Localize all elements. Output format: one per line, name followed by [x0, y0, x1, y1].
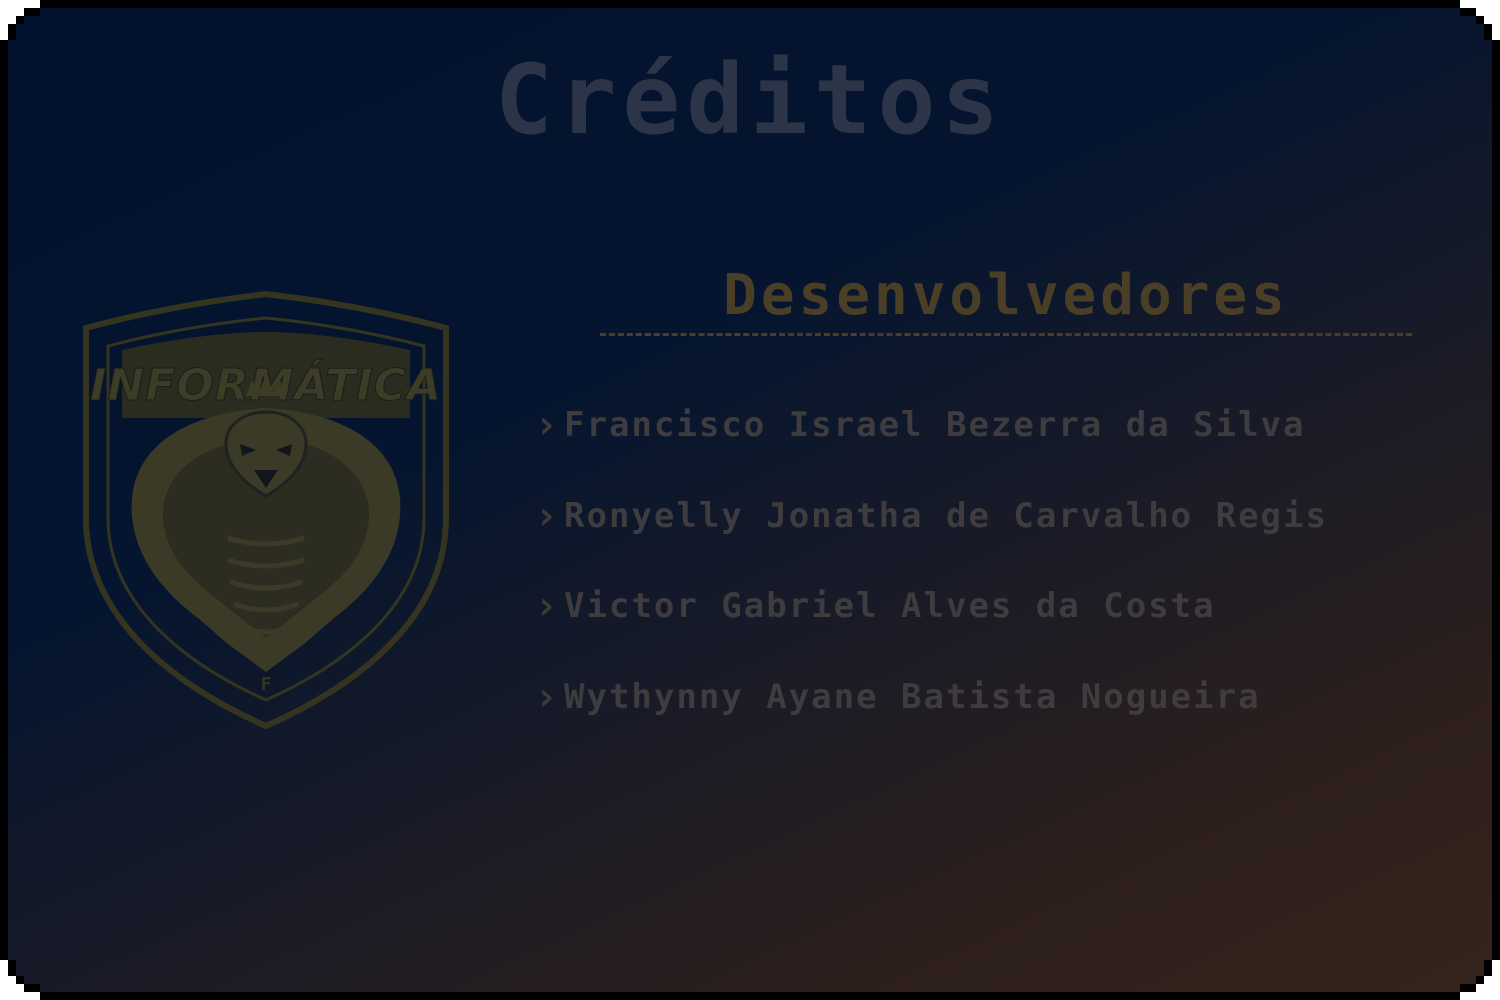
- chevron-right-icon: ›: [534, 583, 559, 630]
- chevron-right-icon: ›: [534, 673, 559, 720]
- developer-item: › Francisco Israel Bezerra da Silva: [534, 380, 1328, 471]
- developer-name: Victor Gabriel Alves da Costa: [564, 586, 1216, 627]
- developers-heading-divider: [600, 333, 1412, 336]
- credits-title: Créditos: [494, 44, 1006, 156]
- developer-name: Wythynny Ayane Batista Nogueira: [564, 676, 1261, 717]
- developers-list: › Francisco Israel Bezerra da Silva › Ro…: [534, 380, 1328, 742]
- developer-item: › Victor Gabriel Alves da Costa: [534, 561, 1328, 652]
- developer-item: › Wythynny Ayane Batista Nogueira: [534, 652, 1328, 743]
- informatica-crest-logo: INFORMÁTICA F: [83, 290, 449, 730]
- svg-text:F: F: [261, 674, 272, 695]
- developers-heading: Desenvolvedores: [723, 263, 1289, 328]
- chevron-right-icon: ›: [534, 402, 559, 449]
- developer-item: › Ronyelly Jonatha de Carvalho Regis: [534, 471, 1328, 562]
- developer-name: Ronyelly Jonatha de Carvalho Regis: [564, 495, 1328, 536]
- developer-name: Francisco Israel Bezerra da Silva: [564, 405, 1306, 446]
- chevron-right-icon: ›: [534, 492, 559, 539]
